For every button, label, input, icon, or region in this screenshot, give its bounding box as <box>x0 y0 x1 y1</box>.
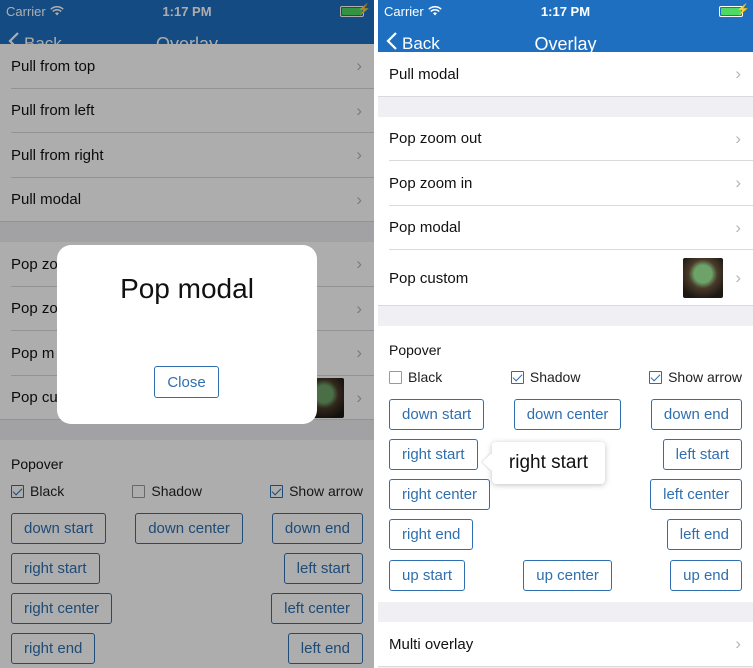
modal-title: Pop modal <box>120 273 254 304</box>
right-center-button[interactable]: right center <box>389 478 491 510</box>
row-label: Multi overlay <box>389 635 474 653</box>
tooltip-text: right start <box>508 452 589 473</box>
section-gap <box>378 306 753 326</box>
down-end-button[interactable]: down end <box>650 398 742 430</box>
status-time: 1:17 PM <box>540 4 591 19</box>
right-screen: Carrier 1:17 PM ⚡ Back Overlay Pull moda… <box>378 0 753 668</box>
close-button[interactable]: Close <box>154 366 219 398</box>
chevron-right-icon: › <box>735 128 741 148</box>
list-item-pop-zoom-out[interactable]: Pop zoom out › <box>378 117 753 162</box>
checkbox-checked-icon <box>510 370 524 384</box>
row-label: Pop custom <box>389 269 469 287</box>
left-end-button[interactable]: left end <box>666 518 742 550</box>
checkbox-label: Black <box>408 369 443 385</box>
black-checkbox[interactable]: Black <box>389 369 442 385</box>
row-label: Pop zoom out <box>389 130 482 148</box>
pop-section: Pop zoom out › Pop zoom in › Pop modal › Po… <box>378 116 753 306</box>
content: Pull modal › Pop zoom out › Pop zoom in › P… <box>378 52 753 668</box>
left-screen: Carrier 1:17 PM ⚡ Back Overlay Pull from… <box>0 0 374 668</box>
custom-thumbnail-image <box>683 258 723 298</box>
status-bar: Carrier 1:17 PM ⚡ <box>378 0 753 22</box>
row-label: Pop zoom in <box>389 174 473 192</box>
right-end-button[interactable]: right end <box>389 518 474 550</box>
section-gap <box>378 96 753 117</box>
up-start-button[interactable]: up start <box>389 559 466 591</box>
shadow-checkbox[interactable]: Shadow <box>510 369 581 385</box>
pop-modal-dialog: Pop modal Close <box>57 245 317 424</box>
list-item-pop-custom[interactable]: Pop custom › <box>378 250 753 306</box>
button-row: down start down center down end <box>389 394 742 434</box>
chevron-right-icon: › <box>735 173 741 193</box>
left-center-button[interactable]: left center <box>650 478 742 510</box>
charging-icon: ⚡ <box>736 4 750 16</box>
checkbox-label: Shadow <box>529 369 581 385</box>
checkbox-unchecked-icon <box>389 370 402 384</box>
button-row: up start up center up end <box>389 554 742 596</box>
button-row: right end left end <box>389 514 742 554</box>
checkbox-label: Show arrow <box>668 369 742 385</box>
down-start-button[interactable]: down start <box>389 398 485 430</box>
popover-tooltip: right start <box>492 442 605 484</box>
chevron-right-icon: › <box>735 64 741 84</box>
chevron-right-icon: › <box>735 268 741 287</box>
right-start-button[interactable]: right start <box>389 438 478 470</box>
show-arrow-checkbox[interactable]: Show arrow <box>649 369 742 385</box>
left-start-button[interactable]: left start <box>662 438 742 470</box>
down-center-button[interactable]: down center <box>513 398 622 430</box>
row-label: Pop modal <box>389 219 461 237</box>
chevron-right-icon: › <box>735 217 741 237</box>
up-end-button[interactable]: up end <box>670 559 742 591</box>
up-center-button[interactable]: up center <box>523 559 612 591</box>
checkbox-checked-icon <box>649 370 663 384</box>
section-gap <box>378 602 753 622</box>
popover-title: Popover <box>389 342 442 358</box>
list-item-pop-modal[interactable]: Pop modal › <box>378 206 753 251</box>
list-item-multi-overlay[interactable]: Multi overlay › <box>378 622 753 667</box>
multi-section: Multi overlay › <box>378 622 753 667</box>
chevron-right-icon: › <box>735 634 741 654</box>
popover-options: Black Shadow Show arrow <box>389 360 742 394</box>
list-item-pop-zoom-in[interactable]: Pop zoom in › <box>378 161 753 206</box>
pull-section: Pull modal › <box>378 52 753 97</box>
row-label: Pull modal <box>389 65 460 83</box>
list-item-pull-modal[interactable]: Pull modal › <box>378 52 753 97</box>
